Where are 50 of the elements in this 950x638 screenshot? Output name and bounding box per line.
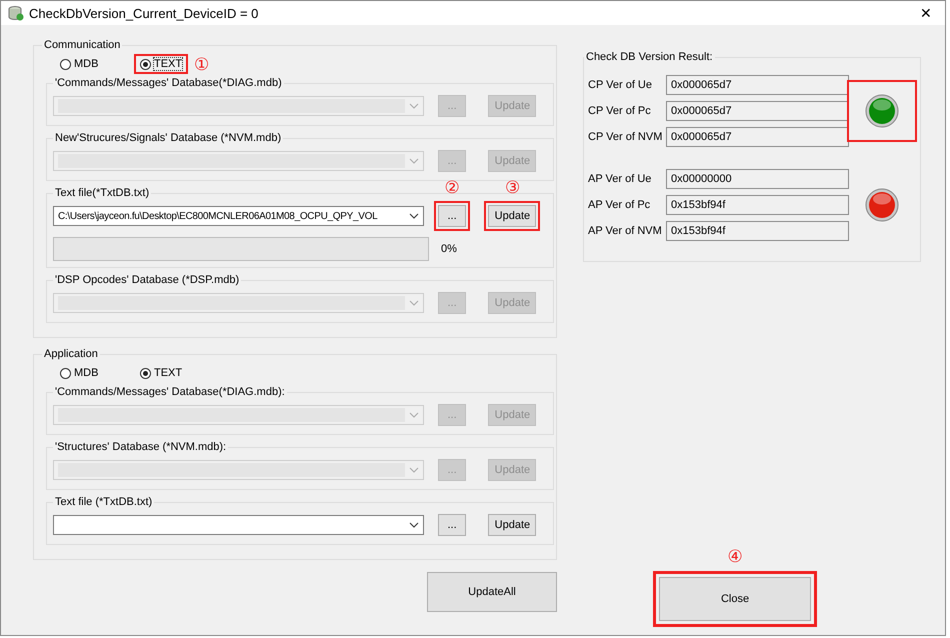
caret-icon bbox=[409, 412, 420, 418]
caret-icon bbox=[409, 213, 420, 219]
version-field: 0x000065d7 bbox=[666, 101, 849, 121]
caret-icon bbox=[409, 103, 420, 109]
window-title: CheckDbVersion_Current_DeviceID = 0 bbox=[29, 6, 260, 20]
version-label: AP Ver of Pc bbox=[588, 199, 652, 211]
version-field: 0x000065d7 bbox=[666, 127, 849, 147]
radio-option[interactable]: TEXT bbox=[140, 58, 182, 70]
annotation-number: ① bbox=[194, 56, 210, 72]
version-label: CP Ver of NVM bbox=[588, 131, 664, 143]
group-title: Check DB Version Result: bbox=[585, 51, 714, 63]
caret-icon bbox=[409, 300, 420, 306]
file-dropdown[interactable] bbox=[53, 515, 424, 535]
annotation-number: ④ bbox=[728, 548, 742, 565]
section-title: Text file (*TxtDB.txt) bbox=[54, 496, 154, 508]
radio-option[interactable]: TEXT bbox=[140, 367, 182, 379]
section-title: 'DSP Opcodes' Database (*DSP.mdb) bbox=[54, 274, 240, 286]
section-title: 'Commands/Messages' Database(*DIAG.mdb): bbox=[54, 386, 286, 398]
section-title: Text file(*TxtDB.txt) bbox=[54, 187, 150, 199]
version-label: AP Ver of NVM bbox=[588, 225, 663, 237]
version-field: 0x153bf94f bbox=[666, 195, 849, 215]
section-title: New'Strucures/Signals' Database (*NVM.mdb) bbox=[54, 132, 282, 144]
caret-icon bbox=[409, 522, 420, 528]
version-label: CP Ver of Pc bbox=[588, 105, 652, 117]
browse-button[interactable]: ... bbox=[438, 514, 466, 536]
close-button[interactable]: Close bbox=[659, 577, 811, 621]
update-button[interactable]: Update bbox=[488, 205, 536, 227]
update-all-button[interactable]: UpdateAll bbox=[427, 572, 557, 612]
version-field: 0x153bf94f bbox=[666, 221, 849, 241]
annotation-number: ③ bbox=[504, 179, 520, 196]
annotation-number: ② bbox=[444, 179, 460, 196]
version-field: 0x00000000 bbox=[666, 169, 849, 189]
version-label: AP Ver of Ue bbox=[588, 173, 652, 185]
section-title: 'Commands/Messages' Database(*DIAG.mdb) bbox=[54, 77, 283, 89]
caret-icon bbox=[409, 158, 420, 164]
caret-icon bbox=[409, 467, 420, 473]
progress-reading: 0% bbox=[441, 243, 457, 255]
update-button[interactable]: Update bbox=[488, 514, 536, 536]
file-dropdown[interactable]: C:\Users\jayceon.fu\Desktop\EC800MCNLER06A01M08_OCPU_QPY_VOL bbox=[53, 206, 424, 226]
version-label: CP Ver of Ue bbox=[588, 79, 653, 91]
group-title: Communication bbox=[43, 39, 122, 51]
database-icon bbox=[8, 5, 24, 21]
version-field: 0x000065d7 bbox=[666, 75, 849, 95]
radio-option[interactable]: MDB bbox=[60, 58, 98, 70]
browse-button[interactable]: ... bbox=[438, 205, 466, 227]
section-title: 'Structures' Database (*NVM.mdb): bbox=[54, 441, 228, 453]
close-button[interactable]: ✕ bbox=[911, 5, 941, 21]
radio-option[interactable]: MDB bbox=[60, 367, 98, 379]
group-title: Application bbox=[43, 348, 99, 360]
status-lamp-icon bbox=[865, 94, 899, 128]
